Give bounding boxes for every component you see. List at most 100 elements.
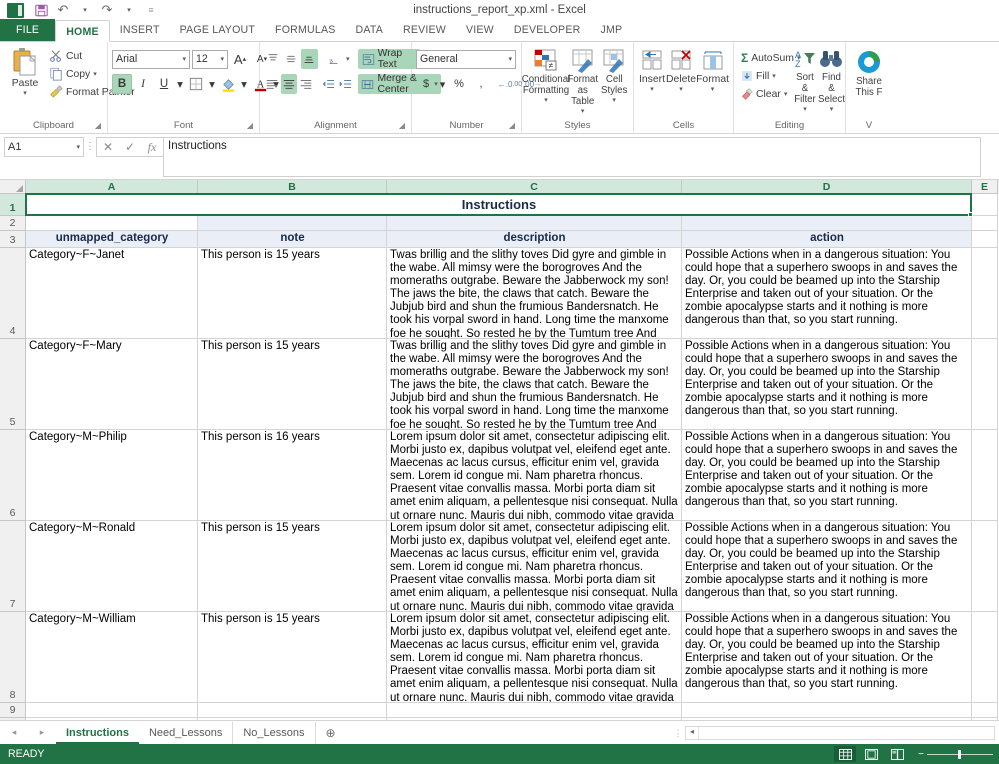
borders-button[interactable] [186,74,206,94]
bold-button[interactable]: B [112,74,132,94]
cell-c9[interactable] [387,703,682,718]
select-all-corner[interactable] [0,180,26,194]
row-header-9[interactable]: 9 [0,703,26,718]
cell-e5[interactable] [972,339,998,430]
tab-file[interactable]: FILE [0,19,56,41]
tab-data[interactable]: DATA [346,19,393,41]
cell-d8[interactable]: Possible Actions when in a dangerous sit… [682,612,972,703]
row-header-1[interactable]: 1 [0,194,26,216]
page-layout-view-button[interactable] [860,746,882,762]
delete-cells-dropdown-icon[interactable]: ▾ [679,85,683,93]
cell-styles-button[interactable]: Cell Styles ▾ [599,47,629,104]
cell-c3-header[interactable]: description [387,231,682,248]
align-bottom-button[interactable] [300,49,318,69]
font-name-chevron-down-icon[interactable]: ▾ [182,55,186,63]
cell-d2[interactable] [682,216,972,231]
align-middle-button[interactable] [282,49,299,69]
cell-c7[interactable]: Lorem ipsum dolor sit amet, consectetur … [387,521,682,612]
redo-dropdown-icon[interactable]: ▾ [118,1,140,19]
borders-dropdown-icon[interactable]: ▾ [207,74,217,94]
zoom-out-icon[interactable]: − [918,749,924,760]
cell-a6[interactable]: Category~M~Philip [26,430,198,521]
underline-button[interactable]: U [154,74,174,94]
cell-b9[interactable] [198,703,387,718]
find-select-dropdown-icon[interactable]: ▾ [830,105,834,113]
clear-dropdown-icon[interactable]: ▾ [784,90,788,98]
format-cells-button[interactable]: Format ▾ [696,47,729,93]
underline-dropdown-icon[interactable]: ▾ [175,74,185,94]
row-header-6[interactable]: 6 [0,430,26,521]
cell-b5[interactable]: This person is 15 years [198,339,387,430]
increase-indent-button[interactable] [337,74,353,94]
zoom-track[interactable] [927,749,993,759]
cell-c8[interactable]: Lorem ipsum dolor sit amet, consectetur … [387,612,682,703]
cell-d5[interactable]: Possible Actions when in a dangerous sit… [682,339,972,430]
font-name-combo[interactable]: Arial ▾ [112,49,190,69]
cell-e8[interactable] [972,612,998,703]
customize-qat-icon[interactable]: ≡ [140,1,162,19]
paste-dropdown-icon[interactable]: ▾ [23,89,27,97]
cell-b6[interactable]: This person is 16 years [198,430,387,521]
share-this-file-button[interactable]: Share This F [850,47,888,98]
redo-icon[interactable]: ↷ [96,1,118,19]
row-header-4[interactable]: 4 [0,248,26,339]
delete-cells-button[interactable]: Delete ▾ [666,47,696,93]
orientation-button[interactable]: a [325,49,342,69]
name-box-chevron-down-icon[interactable]: ▾ [76,143,80,151]
cell-e2[interactable] [972,216,998,231]
percent-style-button[interactable]: % [449,74,469,94]
undo-icon[interactable]: ↶ [52,1,74,19]
cell-a5[interactable]: Category~F~Mary [26,339,198,430]
column-header-d[interactable]: D [682,180,972,194]
formula-input[interactable]: Instructions [163,137,981,177]
align-left-button[interactable] [264,74,280,94]
cell-d6[interactable]: Possible Actions when in a dangerous sit… [682,430,972,521]
cell-b7[interactable]: This person is 15 years [198,521,387,612]
font-size-combo[interactable]: 12 ▾ [192,49,228,69]
cell-c4[interactable]: Twas brillig and the slithy toves Did gy… [387,248,682,339]
fill-color-dropdown-icon[interactable]: ▾ [239,74,249,94]
tab-jmp[interactable]: JMP [590,19,632,41]
prev-sheet-icon[interactable]: ◂ [6,727,23,738]
insert-function-icon[interactable]: fx [141,138,163,156]
comma-style-button[interactable]: , [471,74,491,94]
format-as-table-dropdown-icon[interactable]: ▾ [581,107,585,115]
horizontal-scrollbar[interactable]: ⋮ ◂ [671,721,999,745]
conditional-formatting-dropdown-icon[interactable]: ▾ [544,96,548,104]
cell-b4[interactable]: This person is 15 years [198,248,387,339]
increase-decimal-button[interactable]: ←.0.00 [498,74,522,94]
insert-cells-button[interactable]: Insert ▾ [638,47,666,93]
column-header-a[interactable]: A [26,180,198,194]
normal-view-button[interactable] [834,746,857,762]
fill-dropdown-icon[interactable]: ▾ [772,72,776,80]
cell-a3-header[interactable]: unmapped_category [26,231,198,248]
cell-a9[interactable] [26,703,198,718]
copy-dropdown-icon[interactable]: ▾ [93,70,97,78]
page-break-preview-button[interactable] [886,746,908,762]
zoom-knob[interactable] [958,749,961,759]
align-right-button[interactable] [298,74,314,94]
sheet-tab-instructions[interactable]: Instructions [56,721,139,744]
cell-d7[interactable]: Possible Actions when in a dangerous sit… [682,521,972,612]
cell-b8[interactable]: This person is 15 years [198,612,387,703]
cell-a4[interactable]: Category~F~Janet [26,248,198,339]
clipboard-dialog-launcher[interactable]: ◢ [95,119,101,133]
autosum-button[interactable]: Σ AutoSum ▾ [738,49,800,67]
cell-e7[interactable] [972,521,998,612]
tab-formulas[interactable]: FORMULAS [265,19,345,41]
format-cells-dropdown-icon[interactable]: ▾ [711,85,715,93]
save-icon[interactable] [30,1,52,19]
tab-page-layout[interactable]: PAGE LAYOUT [170,19,265,41]
row-header-3[interactable]: 3 [0,231,26,248]
sheet-tab-no-lessons[interactable]: No_Lessons [233,721,316,744]
clear-button[interactable]: Clear ▾ [738,85,792,103]
grow-font-button[interactable]: A ▴ [230,49,250,69]
cell-a1-merged-title[interactable]: Instructions [26,194,972,216]
orientation-dropdown-icon[interactable]: ▾ [343,49,352,69]
find-select-button[interactable]: Find & Select ▾ [818,47,845,113]
font-size-chevron-down-icon[interactable]: ▾ [220,55,224,63]
accounting-format-button[interactable]: $ [416,74,436,94]
cell-d4[interactable]: Possible Actions when in a dangerous sit… [682,248,972,339]
scroll-left-icon[interactable]: ◂ [686,727,699,739]
number-format-chevron-down-icon[interactable]: ▾ [508,55,512,63]
